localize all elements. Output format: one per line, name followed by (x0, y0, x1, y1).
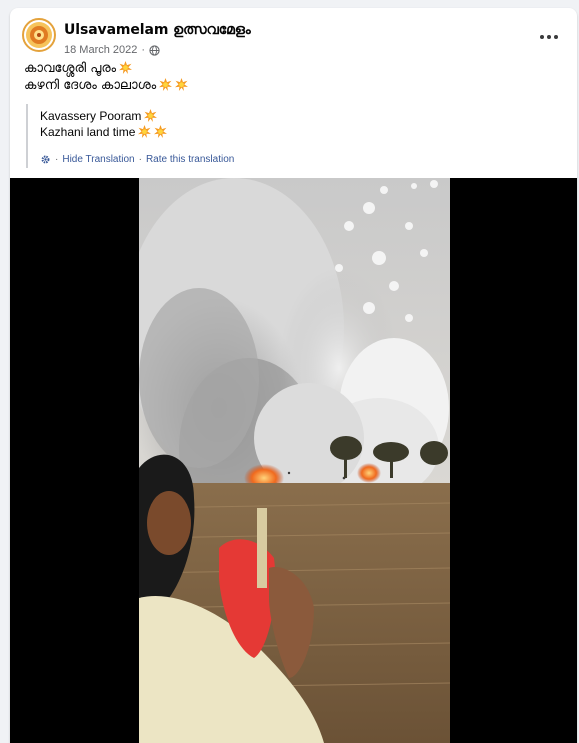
collision-emoji-icon (119, 61, 133, 74)
separator: · (138, 154, 142, 165)
page-name[interactable]: Ulsavamelam ഉത്സവമേളം (64, 22, 251, 38)
page-avatar[interactable] (22, 18, 56, 52)
translation-line: Kavassery Pooram (40, 108, 563, 124)
post-meta: 18 March 2022 · (64, 44, 160, 56)
gear-icon[interactable] (40, 154, 51, 165)
collision-emoji-icon (144, 109, 158, 122)
collision-emoji-icon (159, 78, 173, 91)
collision-emoji-icon (154, 125, 168, 138)
post-card: Ulsavamelam ഉത്സവമേളം 18 March 2022 · കാ… (10, 8, 577, 743)
globe-icon (149, 44, 160, 56)
post-text: കാവശ്ശേരി പൂരം കഴനി ദേശം കാലാശം (24, 60, 563, 94)
collision-emoji-icon (175, 78, 189, 91)
ornament-logo-icon (26, 22, 52, 48)
fireworks-video-image (139, 178, 450, 743)
post-header: Ulsavamelam ഉത്സവമേളം 18 March 2022 · (22, 18, 565, 58)
post-text-line: കഴനി ദേശം കാലാശം (24, 77, 563, 94)
rate-translation-link[interactable]: Rate this translation (146, 154, 234, 165)
translation-line: Kazhani land time (40, 124, 563, 140)
more-options-icon[interactable] (537, 30, 561, 44)
translation-actions: · Hide Translation · Rate this translati… (40, 154, 234, 165)
post-text-line: കാവശ്ശേരി പൂരം (24, 60, 563, 77)
collision-emoji-icon (138, 125, 152, 138)
video-player[interactable] (10, 178, 577, 743)
post-date[interactable]: 18 March 2022 (64, 44, 137, 56)
hide-translation-link[interactable]: Hide Translation (62, 154, 134, 165)
video-frame (139, 178, 450, 743)
